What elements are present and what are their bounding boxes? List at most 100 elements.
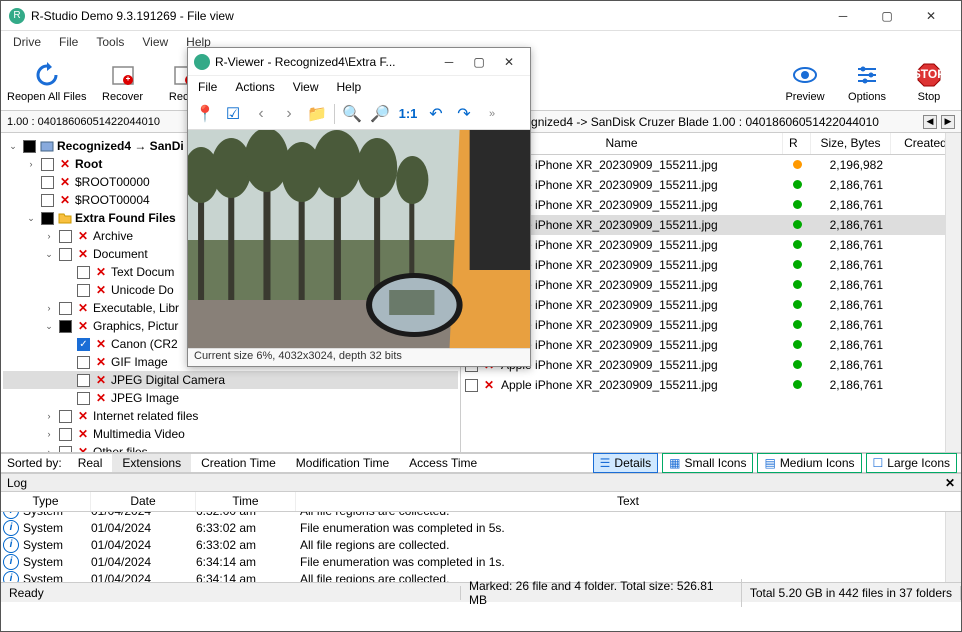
log-close-button[interactable]: ✕ [945, 476, 955, 490]
menu-view[interactable]: View [134, 33, 176, 51]
rotate-left-icon[interactable]: ↶ [425, 103, 447, 125]
expand-toggle[interactable]: ⌄ [7, 141, 19, 152]
zoomout-icon[interactable]: 🔍 [341, 103, 363, 125]
rviewer-menu-view[interactable]: View [285, 78, 327, 96]
file-row[interactable]: ✕Apple iPhone XR_20230909_155211.jpg2,19… [461, 155, 961, 175]
file-row[interactable]: ✕Apple iPhone XR_20230909_155211.jpg2,18… [461, 355, 961, 375]
tree-checkbox[interactable] [59, 320, 72, 333]
expand-toggle[interactable]: › [43, 447, 55, 452]
tree-checkbox[interactable] [23, 140, 36, 153]
tree-node[interactable]: ›✕Internet related files [3, 407, 458, 425]
rviewer-window[interactable]: R-Viewer - Recognized4\Extra F... ─ ▢ ✕ … [187, 47, 531, 367]
tree-checkbox[interactable] [77, 284, 90, 297]
view-small-icons[interactable]: ▦Small Icons [662, 453, 753, 473]
view-medium-icons[interactable]: ▤Medium Icons [757, 453, 861, 473]
file-checkbox[interactable] [465, 379, 478, 392]
tree-checkbox[interactable] [41, 158, 54, 171]
tree-checkbox[interactable] [59, 410, 72, 423]
more-icon[interactable]: » [481, 103, 503, 125]
tree-checkbox[interactable] [59, 446, 72, 453]
prev-icon[interactable]: ‹ [250, 103, 272, 125]
log-row[interactable]: iSystem01/04/20246:34:14 amFile enumerat… [1, 553, 961, 570]
rviewer-menu-file[interactable]: File [190, 78, 225, 96]
expand-toggle[interactable]: › [25, 159, 37, 169]
toolbar-preview[interactable]: Preview [775, 59, 835, 105]
scroll-left-button[interactable]: ◀ [923, 115, 937, 129]
menu-tools[interactable]: Tools [88, 33, 132, 51]
sort-real[interactable]: Real [68, 454, 113, 472]
expand-toggle[interactable]: › [43, 411, 55, 421]
file-row[interactable]: ✕Apple iPhone XR_20230909_155211.jpg2,18… [461, 315, 961, 335]
tree-checkbox[interactable] [41, 194, 54, 207]
sort-creation-time[interactable]: Creation Time [191, 454, 286, 472]
rviewer-maximize-button[interactable]: ▢ [464, 50, 494, 74]
menu-drive[interactable]: Drive [5, 33, 49, 51]
pin-icon[interactable]: 📍 [194, 103, 216, 125]
expand-toggle[interactable]: ⌄ [25, 213, 37, 224]
file-row[interactable]: ✕Apple iPhone XR_20230909_155211.jpg2,18… [461, 275, 961, 295]
rviewer-menu-help[interactable]: Help [329, 78, 370, 96]
rotate-right-icon[interactable]: ↷ [453, 103, 475, 125]
sort-extensions[interactable]: Extensions [112, 454, 191, 472]
tree-node[interactable]: ›✕Multimedia Video [3, 425, 458, 443]
menu-file[interactable]: File [51, 33, 86, 51]
log-row[interactable]: iSystem01/04/20246:33:02 amAll file regi… [1, 536, 961, 553]
rviewer-titlebar[interactable]: R-Viewer - Recognized4\Extra F... ─ ▢ ✕ [188, 48, 530, 76]
expand-toggle[interactable]: › [43, 231, 55, 241]
toolbar-reopen[interactable]: Reopen All Files [3, 59, 91, 105]
expand-toggle[interactable]: › [43, 303, 55, 313]
logcol-date[interactable]: Date [91, 492, 196, 511]
col-size[interactable]: Size, Bytes [811, 133, 891, 154]
logcol-text[interactable]: Text [296, 492, 961, 511]
toolbar-recover[interactable]: Recover [93, 59, 153, 105]
tree-checkbox[interactable]: ✓ [77, 338, 90, 351]
tree-checkbox[interactable] [59, 248, 72, 261]
folder-icon[interactable]: 📁 [306, 103, 328, 125]
expand-toggle[interactable]: › [43, 429, 55, 439]
rviewer-menu-actions[interactable]: Actions [227, 78, 282, 96]
list-scrollbar[interactable] [945, 133, 961, 452]
file-row[interactable]: ✕Apple iPhone XR_20230909_155211.jpg2,18… [461, 335, 961, 355]
logcol-type[interactable]: Type [1, 492, 91, 511]
onetoone-icon[interactable]: 1:1 [397, 103, 419, 125]
minimize-button[interactable]: ─ [821, 2, 865, 30]
rviewer-close-button[interactable]: ✕ [494, 50, 524, 74]
expand-toggle[interactable]: ⌄ [43, 321, 55, 332]
file-row[interactable]: ✕Apple iPhone XR_20230909_155211.jpg2,18… [461, 195, 961, 215]
scroll-right-button[interactable]: ▶ [941, 115, 955, 129]
zoomin-icon[interactable]: 🔎 [369, 103, 391, 125]
file-row[interactable]: ✕Apple iPhone XR_20230909_155211.jpg2,18… [461, 295, 961, 315]
file-row[interactable]: ✕Apple iPhone XR_20230909_155211.jpg2,18… [461, 375, 961, 395]
log-row[interactable]: iSystem01/04/20246:32:00 amAll file regi… [1, 512, 961, 519]
check-icon[interactable]: ☑ [222, 103, 244, 125]
tree-checkbox[interactable] [59, 230, 72, 243]
toolbar-stop[interactable]: STOPStop [899, 59, 959, 105]
tree-checkbox[interactable] [77, 356, 90, 369]
tree-checkbox[interactable] [77, 374, 90, 387]
log-row[interactable]: iSystem01/04/20246:33:02 amFile enumerat… [1, 519, 961, 536]
file-row[interactable]: ✕Apple iPhone XR_20230909_155211.jpg2,18… [461, 255, 961, 275]
file-row[interactable]: ✕Apple iPhone XR_20230909_155211.jpg2,18… [461, 215, 961, 235]
expand-toggle[interactable]: ⌄ [43, 249, 55, 260]
col-r[interactable]: R [783, 133, 811, 154]
maximize-button[interactable]: ▢ [865, 2, 909, 30]
log-row[interactable]: iSystem01/04/20246:34:14 amAll file regi… [1, 570, 961, 582]
sort-access-time[interactable]: Access Time [399, 454, 487, 472]
close-button[interactable]: ✕ [909, 2, 953, 30]
next-icon[interactable]: › [278, 103, 300, 125]
tree-checkbox[interactable] [77, 392, 90, 405]
tree-checkbox[interactable] [41, 212, 54, 225]
view-details[interactable]: ☰Details [593, 453, 658, 473]
tree-node[interactable]: ✕JPEG Image [3, 389, 458, 407]
logcol-time[interactable]: Time [196, 492, 296, 511]
rviewer-minimize-button[interactable]: ─ [434, 50, 464, 74]
tree-checkbox[interactable] [59, 302, 72, 315]
log-scrollbar[interactable] [945, 512, 961, 582]
toolbar-options[interactable]: Options [837, 59, 897, 105]
file-row[interactable]: ✕Apple iPhone XR_20230909_155211.jpg2,18… [461, 235, 961, 255]
tree-checkbox[interactable] [59, 428, 72, 441]
sort-modification-time[interactable]: Modification Time [286, 454, 399, 472]
tree-node[interactable]: ›✕Other files [3, 443, 458, 452]
view-large-icons[interactable]: ☐Large Icons [866, 453, 957, 473]
tree-checkbox[interactable] [77, 266, 90, 279]
